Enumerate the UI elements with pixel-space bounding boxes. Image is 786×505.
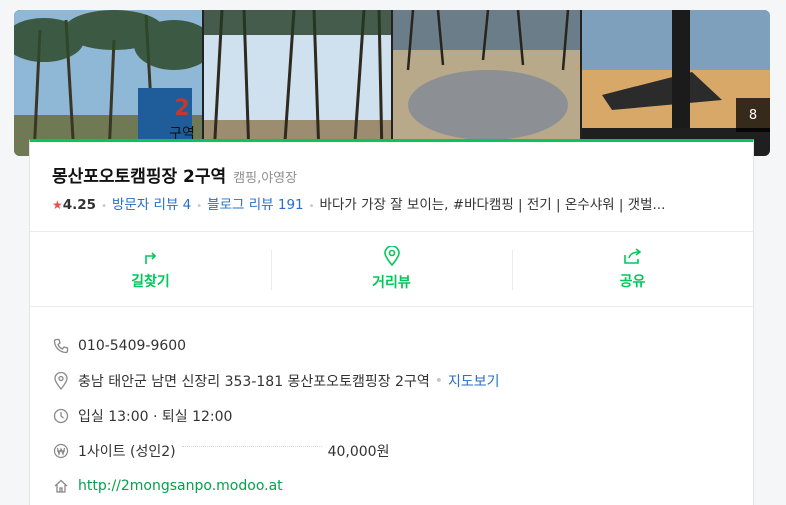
separator-dot: • [196,201,203,212]
address-row: 충남 태안군 남면 신장리 353-181 몽산포오토캠핑장 2구역 • 지도보… [52,363,732,398]
address-pin-icon [52,371,70,390]
price-item: 1사이트 (성인2) [78,443,176,460]
separator-dot: • [308,201,315,212]
price-leader [181,446,322,447]
map-view-link[interactable]: 지도보기 [448,371,500,391]
photo-1[interactable]: 2 구역 [14,10,202,156]
won-icon [52,442,70,460]
location-pin-icon [383,246,400,266]
photo-count-badge[interactable]: 8 [736,98,770,132]
website-link[interactable]: http://2mongsanpo.modoo.at [78,478,283,494]
share-icon [623,248,641,264]
price-value: 40,000원 [327,443,390,460]
place-card: 몽산포오토캠핑장 2구역 캠핑,야영장 ★4.25 • 방문자 리뷰 4 • 블로그 리… [29,139,754,505]
photo-4[interactable]: 8 [582,10,770,156]
photo-3[interactable] [393,10,580,156]
place-panel: 2 구역 8 몽산포오토캠핑장 2구역 캠핑,야영장 ★4.25 • 방문자 리… [0,0,786,505]
street-view-button[interactable]: 거리뷰 [271,232,512,306]
phone-row: 010-5409-9600 [52,328,732,363]
place-summary: 바다가 가장 잘 보이는, #바다캠핑 | 전기 | 온수샤워 | 갯벌... [319,197,666,213]
rating-value: 4.25 [62,197,97,213]
phone-icon [52,337,70,355]
sign-number: 2 [174,96,189,121]
street-view-label: 거리뷰 [372,275,411,291]
separator-dot: • [101,201,107,212]
photo-strip: 2 구역 8 [14,10,770,156]
hours-row: 입실 13:00 · 퇴실 12:00 [52,398,732,433]
title-row: 몽산포오토캠핑장 2구역 캠핑,야영장 [52,162,297,187]
place-category: 캠핑,야영장 [233,171,298,186]
price-row: 1사이트 (성인2) 40,000원 [52,433,732,468]
directions-button[interactable]: 길찾기 [30,232,271,306]
home-icon [52,477,70,495]
place-title[interactable]: 몽산포오토캠핑장 2구역 [52,162,226,187]
hours-text: 입실 13:00 · 퇴실 12:00 [78,408,233,425]
phone-number[interactable]: 010-5409-9600 [78,338,186,354]
action-bar: 길찾기 거리뷰 공유 [30,231,753,307]
blog-review-link[interactable]: 블로그 리뷰 191 [207,197,303,213]
directions-icon [144,252,156,264]
website-row: http://2mongsanpo.modoo.at [52,468,732,503]
clock-icon [52,407,70,425]
photo-2[interactable] [204,10,391,156]
star-icon: ★ [52,198,63,212]
directions-label: 길찾기 [131,274,170,290]
meta-row: ★4.25 • 방문자 리뷰 4 • 블로그 리뷰 191 • 바다가 가장 잘 보이는, … [52,193,742,213]
info-list: 010-5409-9600 충남 태안군 남면 신장리 353-181 몽산포오… [52,328,732,503]
share-button[interactable]: 공유 [512,232,753,306]
separator-dot: • [434,372,443,389]
share-label: 공유 [619,274,646,290]
visitor-review-link[interactable]: 방문자 리뷰 4 [112,197,191,213]
address-text: 충남 태안군 남면 신장리 353-181 몽산포오토캠핑장 2구역 [78,373,430,390]
